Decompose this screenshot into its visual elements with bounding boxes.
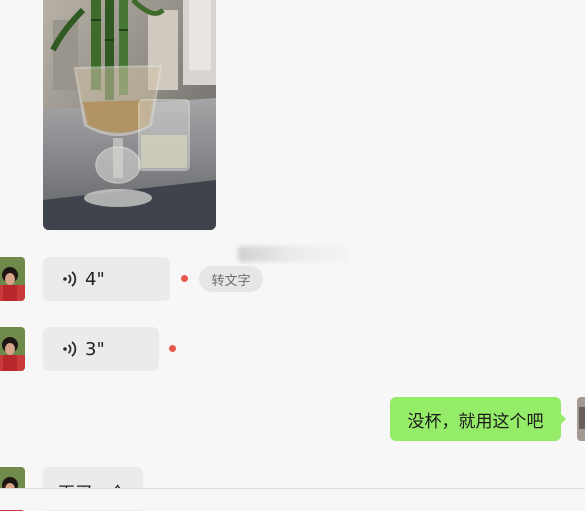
voice-message-bubble[interactable]: 4" (43, 257, 170, 301)
message-text: 没杯，就用这个吧 (407, 411, 544, 432)
my-avatar[interactable] (577, 397, 585, 441)
avatar-image (0, 327, 25, 371)
convert-to-text-button[interactable]: 转文字 (199, 266, 263, 292)
blurred-remnant (238, 246, 348, 262)
input-area[interactable] (0, 489, 585, 510)
voice-duration: 3" (85, 338, 105, 360)
voice-wave-icon (63, 341, 77, 357)
avatar-image (0, 257, 25, 301)
voice-message-bubble[interactable]: 3" (43, 327, 159, 371)
unread-dot (169, 345, 176, 352)
voice-duration: 4" (85, 268, 105, 290)
image-message[interactable] (43, 0, 216, 230)
outgoing-text-bubble[interactable]: 没杯，就用这个吧 (390, 397, 561, 441)
avatar[interactable] (0, 257, 25, 301)
unread-dot (181, 275, 188, 282)
avatar[interactable] (0, 327, 25, 371)
avatar-image (577, 397, 585, 441)
voice-wave-icon (63, 271, 77, 287)
photo-bamboo-in-glass (43, 0, 216, 230)
bubble-tail (560, 413, 566, 425)
